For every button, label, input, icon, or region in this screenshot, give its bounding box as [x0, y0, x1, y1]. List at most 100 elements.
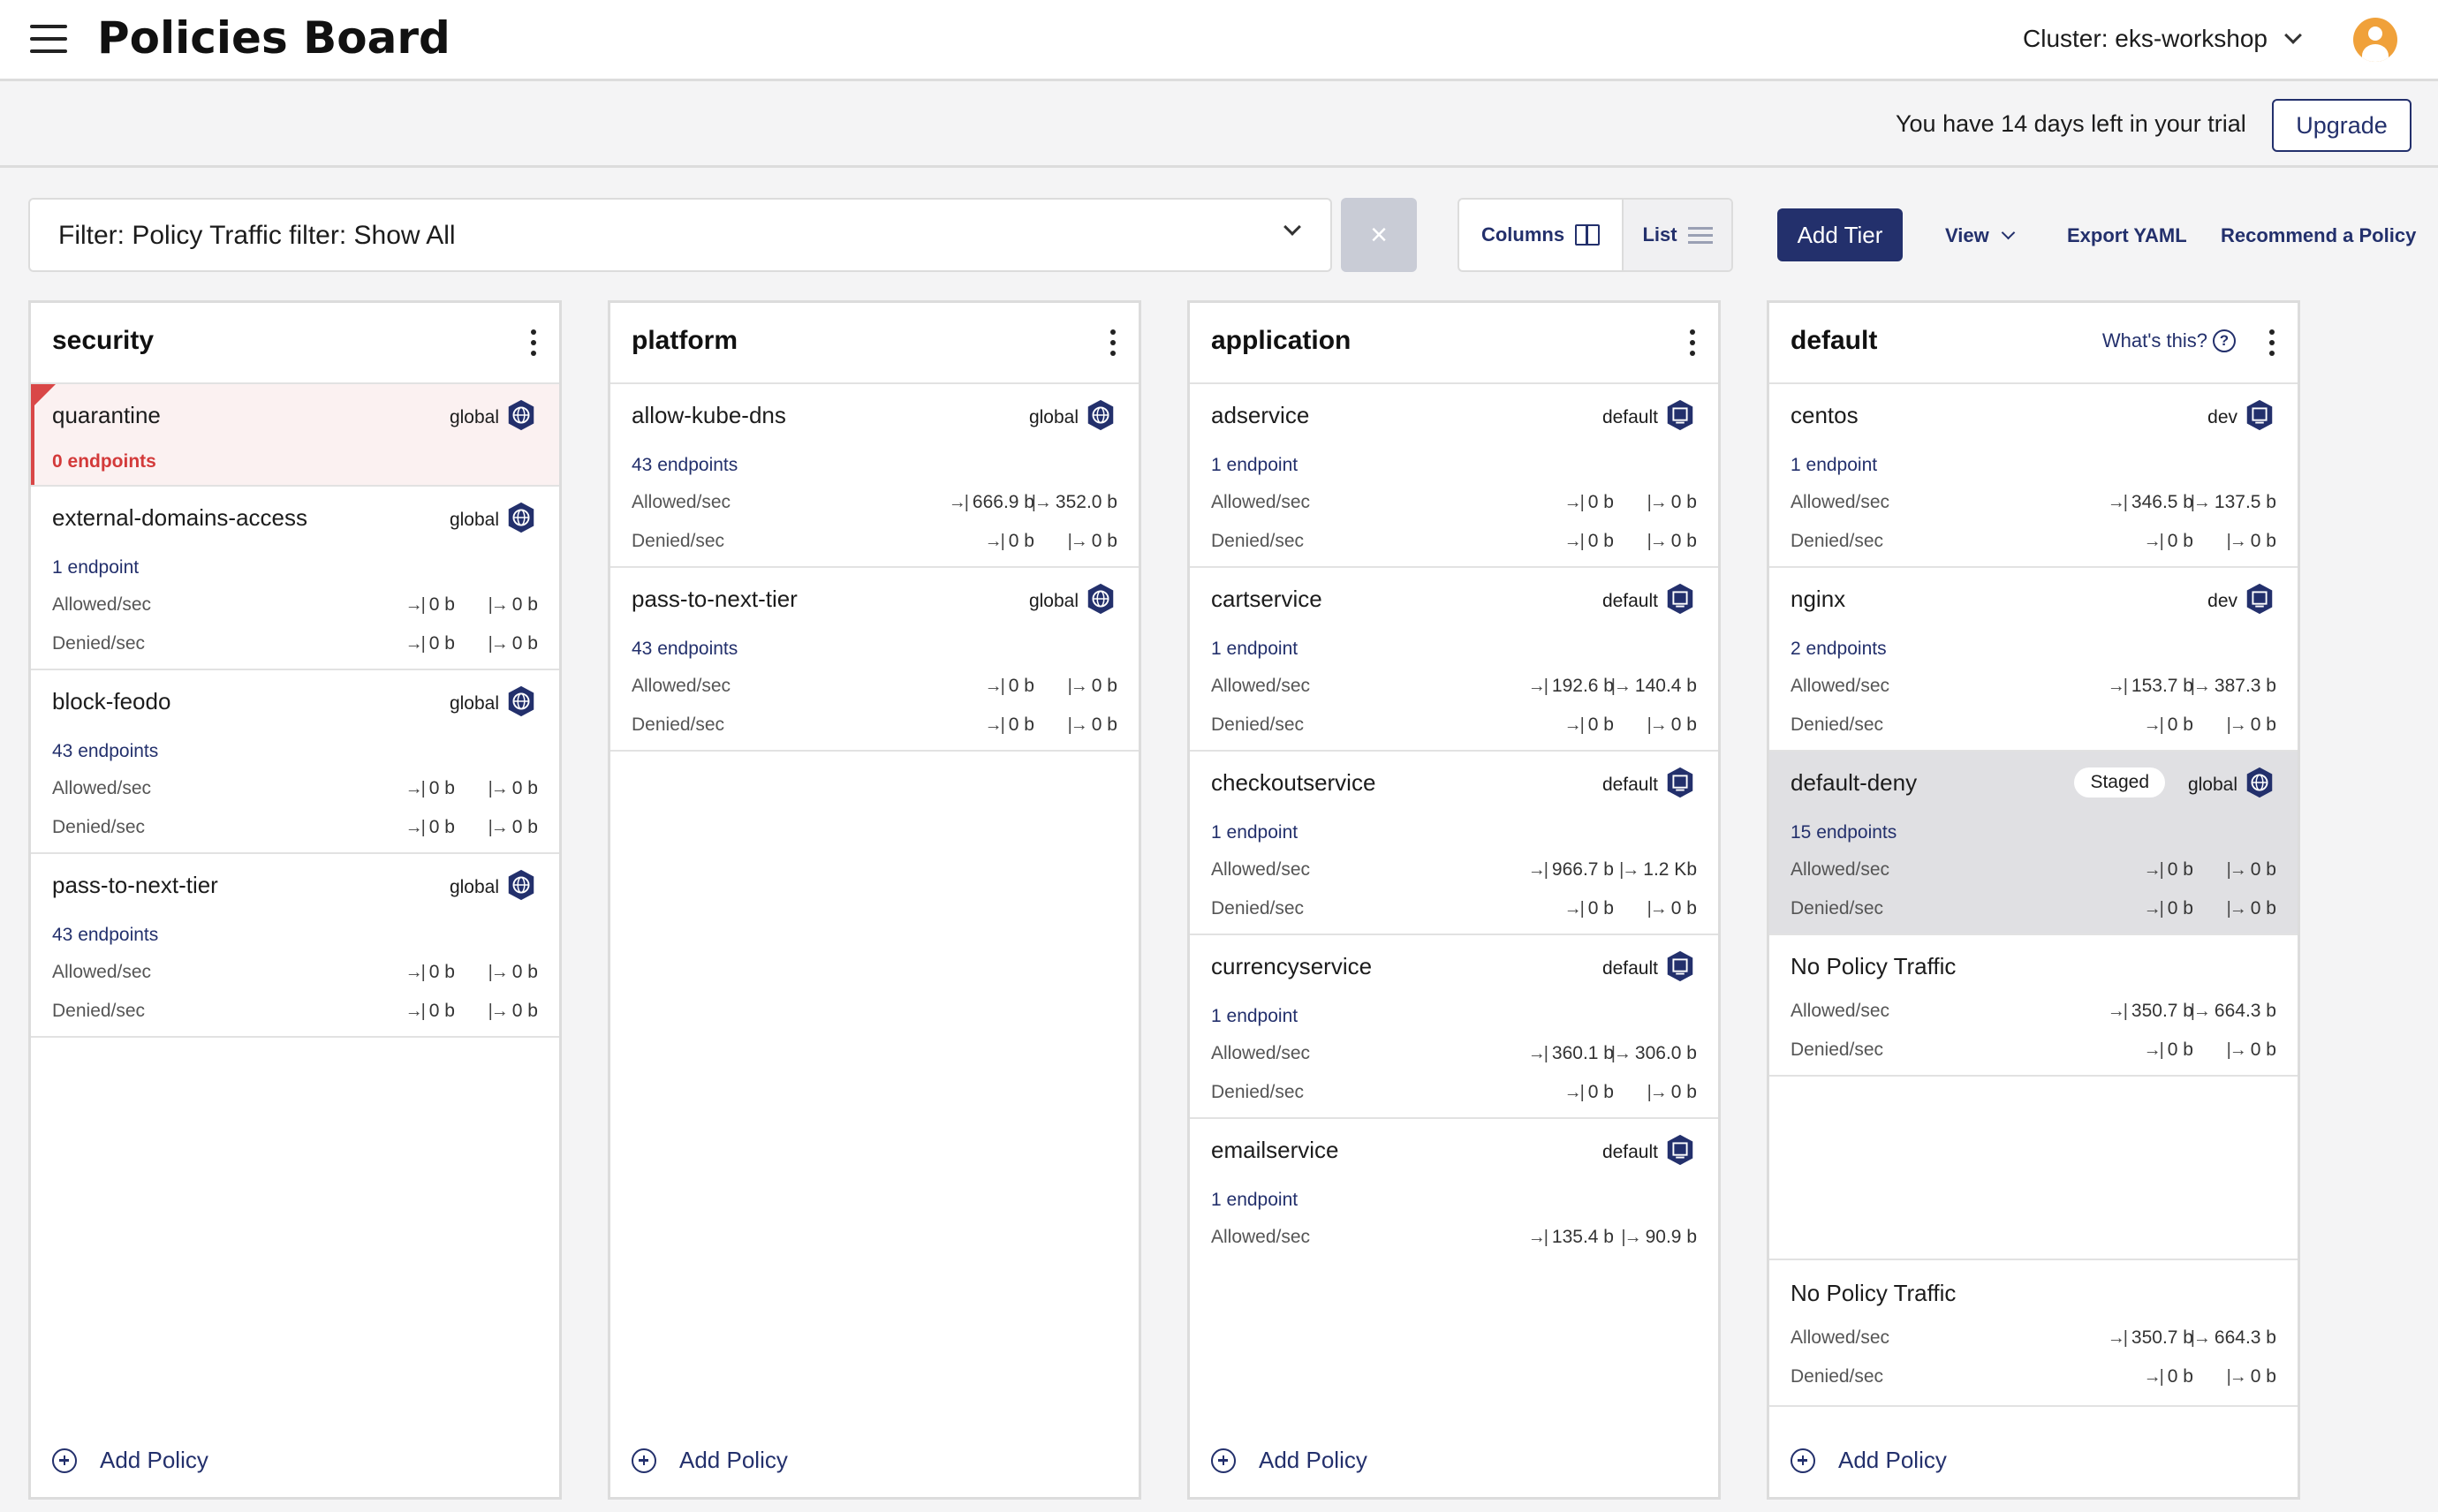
allowed-ingress: →| 0 b — [2144, 859, 2193, 881]
allowed-ingress-value: 666.9 b — [972, 492, 1034, 512]
kebab-menu-icon[interactable] — [1690, 329, 1695, 356]
ingress-arrow-icon: →| — [1527, 859, 1548, 880]
policy-card[interactable]: emailservice default 1 endpoint Allowed/… — [1190, 1119, 1718, 1251]
denied-ingress-value: 0 b — [428, 817, 455, 837]
tier-header: platform — [610, 303, 1139, 384]
denied-ingress-value: 0 b — [2167, 531, 2193, 551]
denied-egress: |→ 0 b — [2227, 1366, 2276, 1387]
egress-arrow-icon: |→ — [1610, 676, 1632, 696]
denied-ingress: →| 0 b — [2144, 1366, 2193, 1387]
allowed-row: Allowed/sec →| 192.6 b |→ 140.4 b — [1211, 676, 1697, 702]
policy-card[interactable]: pass-to-next-tier global 43 endpoints Al… — [610, 568, 1139, 752]
ingress-arrow-icon: →| — [2143, 898, 2164, 919]
ingress-arrow-icon: →| — [2143, 531, 2164, 551]
allowed-egress-value: 352.0 b — [1055, 492, 1117, 512]
denied-label: Denied/sec — [632, 714, 725, 735]
policy-scope: global — [449, 877, 499, 897]
no-policy-traffic-card: No Policy Traffic Allowed/sec →| 350.7 b … — [1769, 1259, 2298, 1407]
egress-arrow-icon: |→ — [2226, 859, 2247, 880]
clear-filter-button[interactable]: × — [1341, 198, 1417, 272]
ingress-arrow-icon: →| — [2107, 492, 2128, 512]
allowed-ingress: →| 153.7 b — [2108, 676, 2193, 697]
endpoint-count: 0 endpoints — [52, 451, 156, 472]
policy-name: nginx — [1791, 586, 1846, 612]
view-menu[interactable]: View — [1945, 224, 2016, 247]
egress-arrow-icon: |→ — [2190, 492, 2211, 512]
denied-row: Denied/sec →| 0 b |→ 0 b — [1211, 714, 1697, 741]
add-policy-button[interactable]: Add Policy — [1211, 1447, 1367, 1474]
denied-label: Denied/sec — [1791, 1040, 1884, 1060]
upgrade-button[interactable]: Upgrade — [2272, 99, 2412, 152]
policy-card[interactable]: default-deny Staged global 15 endpoints … — [1769, 752, 2298, 935]
menu-icon[interactable] — [30, 25, 67, 55]
ingress-arrow-icon: →| — [1527, 1043, 1548, 1063]
cluster-selector[interactable]: Cluster: eks-workshop — [2023, 25, 2302, 53]
policy-card[interactable]: nginx dev 2 endpoints Allowed/sec →| 153.… — [1769, 568, 2298, 752]
denied-ingress: →| 0 b — [1564, 898, 1614, 919]
denied-row: Denied/sec →| 0 b |→ 0 b — [52, 817, 538, 843]
denied-ingress: →| 0 b — [405, 817, 455, 838]
allowed-ingress-value: 0 b — [1008, 676, 1034, 696]
ingress-arrow-icon: →| — [1564, 898, 1585, 919]
allowed-ingress: →| 135.4 b — [1528, 1227, 1614, 1248]
denied-egress: |→ 0 b — [1647, 714, 1697, 736]
policy-card[interactable]: adservice default 1 endpoint Allowed/sec… — [1190, 384, 1718, 568]
allowed-row: Allowed/sec →| 360.1 b |→ 306.0 b — [1211, 1043, 1697, 1070]
export-yaml-link[interactable]: Export YAML — [2067, 224, 2187, 247]
columns-view-button[interactable]: Columns — [1459, 200, 1622, 270]
whats-this-link[interactable]: What's this?? — [2102, 329, 2236, 352]
cluster-label: Cluster: eks-workshop — [2023, 25, 2268, 52]
allowed-egress-value: 140.4 b — [1634, 676, 1697, 696]
policy-card[interactable]: currencyservice default 1 endpoint Allow… — [1190, 935, 1718, 1119]
denied-ingress-value: 0 b — [2167, 1040, 2193, 1060]
allowed-ingress: →| 966.7 b — [1528, 859, 1614, 881]
tier-column-security: security quarantine global 0 endpoints e… — [28, 300, 562, 1500]
denied-row: Denied/sec →| 0 b |→ 0 b — [632, 531, 1117, 557]
user-avatar-icon[interactable] — [2353, 18, 2397, 62]
policy-card[interactable]: cartservice default 1 endpoint Allowed/s… — [1190, 568, 1718, 752]
policy-card[interactable]: centos dev 1 endpoint Allowed/sec →| 346.… — [1769, 384, 2298, 568]
tier-footer: Add Policy — [1769, 1405, 2298, 1497]
add-tier-button[interactable]: Add Tier — [1777, 208, 1903, 261]
denied-ingress: →| 0 b — [1564, 531, 1614, 552]
egress-arrow-icon: |→ — [1619, 859, 1639, 880]
kebab-menu-icon[interactable] — [531, 329, 536, 356]
add-policy-button[interactable]: Add Policy — [1791, 1447, 1947, 1474]
policy-card[interactable]: block-feodo global 43 endpoints Allowed/… — [31, 670, 559, 854]
denied-egress: |→ 0 b — [1068, 714, 1117, 736]
policy-scope: global — [449, 693, 499, 714]
allowed-ingress: →| 0 b — [1564, 492, 1614, 513]
policy-card[interactable]: quarantine global 0 endpoints — [31, 384, 559, 487]
kebab-menu-icon[interactable] — [2269, 329, 2275, 356]
kebab-menu-icon[interactable] — [1110, 329, 1116, 356]
egress-arrow-icon: |→ — [488, 962, 509, 982]
policy-card[interactable]: allow-kube-dns global 43 endpoints Allow… — [610, 384, 1139, 568]
globe-hex-icon — [508, 399, 534, 431]
allowed-label: Allowed/sec — [1211, 1043, 1311, 1063]
list-view-button[interactable]: List — [1622, 200, 1731, 270]
policy-scope: global — [2187, 775, 2237, 795]
allowed-label: Allowed/sec — [1791, 1001, 1890, 1021]
policy-card[interactable]: external-domains-access global 1 endpoin… — [31, 487, 559, 670]
add-policy-button[interactable]: Add Policy — [632, 1447, 788, 1474]
policy-card[interactable]: checkoutservice default 1 endpoint Allow… — [1190, 752, 1718, 935]
egress-arrow-icon: |→ — [488, 1001, 509, 1021]
ingress-arrow-icon: →| — [405, 633, 426, 654]
denied-ingress-value: 0 b — [2167, 898, 2193, 919]
allowed-row: Allowed/sec →| 346.5 b |→ 137.5 b — [1791, 492, 2276, 518]
denied-label: Denied/sec — [1211, 1082, 1305, 1102]
endpoint-count: 15 endpoints — [1791, 822, 1897, 843]
policy-card[interactable]: pass-to-next-tier global 43 endpoints Al… — [31, 854, 559, 1038]
plus-circle-icon — [632, 1448, 656, 1473]
denied-ingress: →| 0 b — [405, 633, 455, 654]
denied-egress-value: 0 b — [1670, 898, 1697, 919]
whats-this-label: What's this? — [2101, 329, 2207, 352]
allowed-row: Allowed/sec →| 0 b |→ 0 b — [52, 594, 538, 621]
recommend-policy-link[interactable]: Recommend a Policy — [2221, 224, 2416, 247]
denied-egress: |→ 0 b — [1647, 898, 1697, 919]
policy-filter-select[interactable]: Filter: Policy Traffic filter: Show All — [28, 198, 1332, 272]
endpoint-count: 43 endpoints — [632, 639, 738, 659]
filter-value: Filter: Policy Traffic filter: Show All — [58, 221, 456, 250]
add-policy-button[interactable]: Add Policy — [52, 1447, 208, 1474]
denied-ingress: →| 0 b — [2144, 1040, 2193, 1061]
